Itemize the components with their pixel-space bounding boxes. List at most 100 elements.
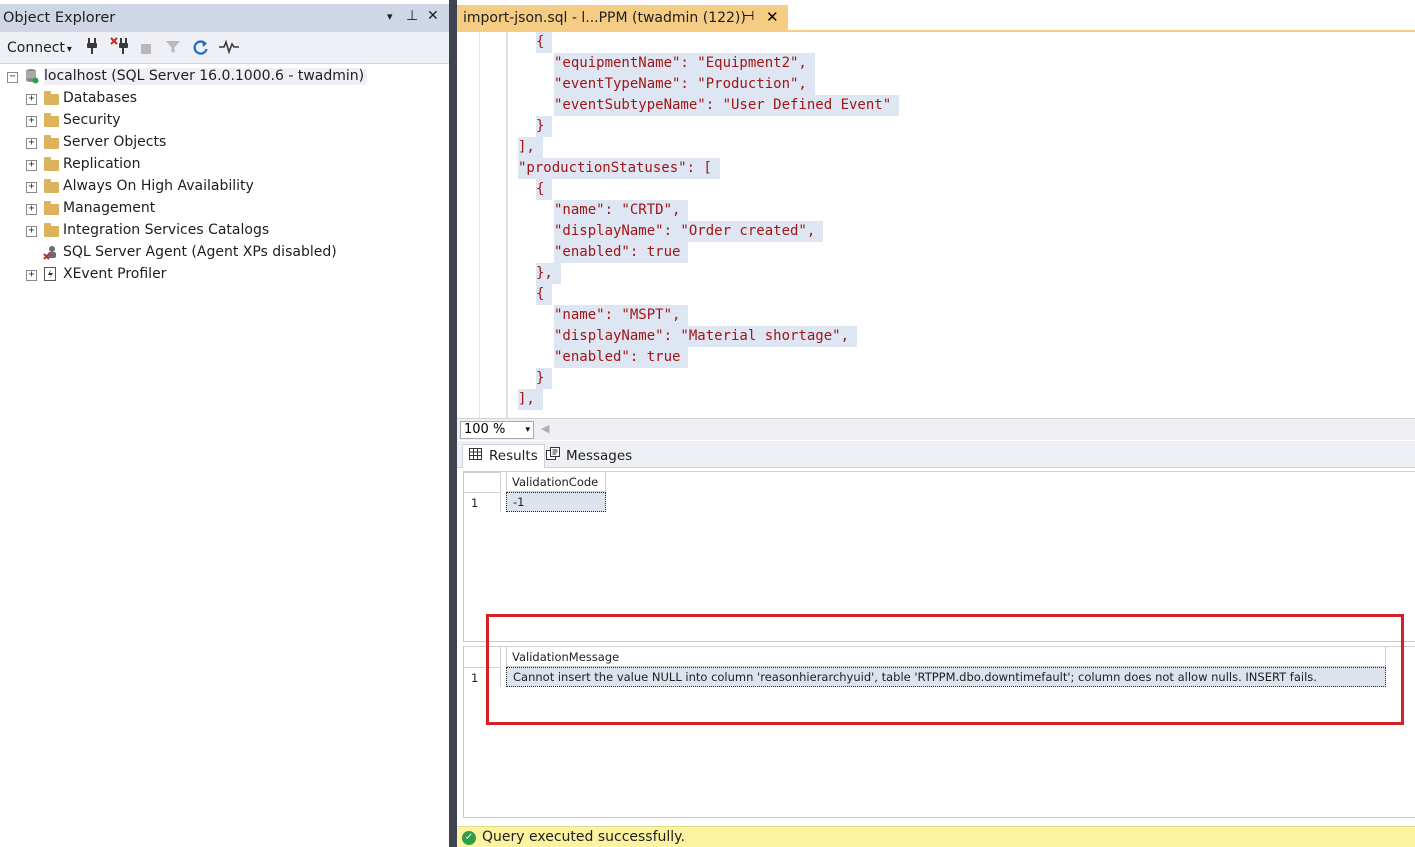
zoom-value: 100 % xyxy=(464,422,506,437)
tree-node-label: Integration Services Catalogs xyxy=(63,222,270,238)
tree-node-databases[interactable]: + Databases xyxy=(0,88,449,110)
tree-node-label: SQL Server Agent (Agent XPs disabled) xyxy=(63,244,337,260)
code-line: { xyxy=(536,179,553,200)
code-line: "displayName": "Order created", xyxy=(554,221,824,242)
code-line: ], xyxy=(518,137,543,158)
pin-icon[interactable]: ⊥ xyxy=(406,8,418,24)
code-line: "name": "MSPT", xyxy=(554,305,689,326)
status-text: Query executed successfully. xyxy=(482,829,685,845)
messages-icon xyxy=(546,447,560,463)
connect-plug-icon[interactable] xyxy=(86,37,100,59)
results-tab-strip: Results Messages xyxy=(457,441,1415,468)
tab-messages[interactable]: Messages xyxy=(540,444,638,468)
code-line: } xyxy=(536,368,553,389)
tab-results[interactable]: Results xyxy=(462,444,545,468)
tree-node-sql-server-agent[interactable]: SQL Server Agent (Agent XPs disabled) xyxy=(0,242,449,264)
expand-icon[interactable]: + xyxy=(26,182,37,193)
object-explorer-panel: Object Explorer ▾ ⊥ ✕ Connect ▾ − localh… xyxy=(0,0,449,847)
filter-icon[interactable] xyxy=(165,39,181,59)
editor-gutter xyxy=(460,32,480,418)
expand-icon[interactable]: + xyxy=(26,226,37,237)
document-tab-title: import-json.sql - l...PPM (twadmin (122)… xyxy=(463,10,746,26)
tree-node-label: Security xyxy=(63,112,121,128)
code-line: "displayName": "Material shortage", xyxy=(554,326,858,347)
activity-monitor-icon[interactable] xyxy=(219,39,239,58)
tree-node-server[interactable]: − localhost (SQL Server 16.0.1000.6 - tw… xyxy=(0,66,449,88)
chevron-down-icon: ▾ xyxy=(525,425,530,435)
tree-node-always-on[interactable]: + Always On High Availability xyxy=(0,176,449,198)
object-explorer-title: Object Explorer xyxy=(3,10,116,26)
tree-node-integration-services[interactable]: + Integration Services Catalogs xyxy=(0,220,449,242)
expand-icon[interactable]: + xyxy=(26,160,37,171)
folder-icon xyxy=(44,223,59,237)
code-line: "name": "CRTD", xyxy=(554,200,689,221)
tree-node-replication[interactable]: + Replication xyxy=(0,154,449,176)
close-icon[interactable]: ✕ xyxy=(427,8,439,24)
code-line: "enabled": true xyxy=(554,347,689,368)
row-number: 1 xyxy=(471,671,479,685)
grid-icon xyxy=(469,448,483,463)
code-line: "eventSubtypeName": "User Defined Event" xyxy=(554,95,900,116)
folder-icon xyxy=(44,135,59,149)
row-number: 1 xyxy=(471,496,479,510)
code-line: }, xyxy=(536,263,561,284)
stop-icon[interactable] xyxy=(140,41,152,59)
expand-icon[interactable]: + xyxy=(26,138,37,149)
refresh-icon[interactable] xyxy=(192,39,209,60)
connect-label: Connect xyxy=(7,40,65,56)
object-explorer-toolbar: Connect ▾ xyxy=(0,32,449,64)
scroll-left-icon[interactable]: ◀ xyxy=(541,422,549,435)
expand-icon[interactable]: + xyxy=(26,204,37,215)
code-line: "productionStatuses": [ xyxy=(518,158,720,179)
tree-node-label: XEvent Profiler xyxy=(63,266,167,282)
folder-icon xyxy=(44,91,59,105)
sql-agent-icon xyxy=(43,245,59,265)
close-tab-icon[interactable]: ✕ xyxy=(766,8,779,26)
code-line: } xyxy=(536,116,553,137)
connect-button[interactable]: Connect ▾ xyxy=(7,40,72,56)
code-line: "eventTypeName": "Production", xyxy=(554,74,815,95)
folder-icon xyxy=(44,201,59,215)
tree-node-management[interactable]: + Management xyxy=(0,198,449,220)
column-header-validation-code[interactable]: ValidationCode xyxy=(506,472,606,492)
tree-node-label: Server Objects xyxy=(63,134,167,150)
server-node-label: localhost (SQL Server 16.0.1000.6 - twad… xyxy=(44,68,368,85)
code-line: "equipmentName": "Equipment2", xyxy=(554,53,815,74)
folder-icon xyxy=(44,113,59,127)
disconnect-icon[interactable] xyxy=(110,37,130,59)
collapse-icon[interactable]: − xyxy=(7,72,18,83)
grid-cell-validation-code[interactable]: -1 xyxy=(506,492,606,512)
window-position-dropdown-icon[interactable]: ▾ xyxy=(387,10,393,23)
pin-tab-icon[interactable]: ⊣ xyxy=(743,9,754,24)
tree-node-label: Management xyxy=(63,200,156,216)
expand-icon[interactable]: + xyxy=(26,116,37,127)
code-line: "enabled": true xyxy=(554,242,689,263)
object-explorer-title-bar: Object Explorer ▾ ⊥ ✕ xyxy=(0,4,449,32)
code-line: { xyxy=(536,284,553,305)
tree-node-xevent-profiler[interactable]: + XEvent Profiler xyxy=(0,264,449,286)
server-icon xyxy=(25,68,39,88)
tree-node-security[interactable]: + Security xyxy=(0,110,449,132)
tree-node-server-objects[interactable]: + Server Objects xyxy=(0,132,449,154)
row-divider xyxy=(464,472,500,473)
folder-icon xyxy=(44,157,59,171)
code-fold-guide xyxy=(506,32,508,418)
expand-icon[interactable]: + xyxy=(26,270,37,281)
code-line: { xyxy=(536,32,553,53)
panel-splitter[interactable] xyxy=(449,0,457,847)
xevent-icon xyxy=(44,267,57,286)
zoom-select[interactable]: 100 % ▾ xyxy=(460,421,534,439)
tab-messages-label: Messages xyxy=(566,448,633,464)
expand-icon[interactable]: + xyxy=(26,94,37,105)
tab-results-label: Results xyxy=(489,448,538,464)
code-line: ], xyxy=(518,389,543,410)
error-highlight-box xyxy=(486,614,1404,725)
sql-query-editor[interactable]: { "equipmentName": "Equipment2", "eventT… xyxy=(460,32,1415,418)
chevron-down-icon: ▾ xyxy=(66,44,72,55)
success-check-icon: ✓ xyxy=(462,831,476,845)
editor-zoom-bar: 100 % ▾ ◀ xyxy=(457,418,1415,440)
row-divider xyxy=(464,492,500,493)
document-tab-import-json[interactable]: import-json.sql - l...PPM (twadmin (122)… xyxy=(457,5,788,32)
folder-icon xyxy=(44,179,59,193)
tree-node-label: Databases xyxy=(63,90,138,106)
